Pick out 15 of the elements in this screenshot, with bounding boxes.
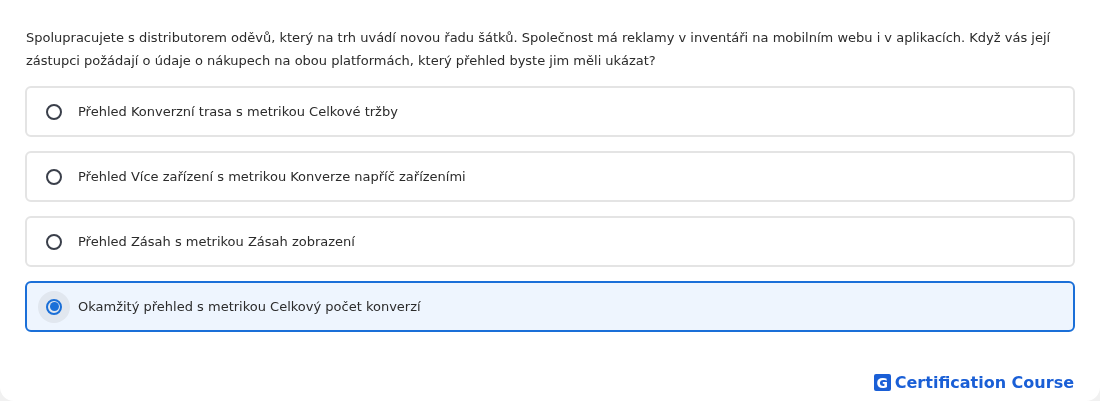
radio-button[interactable] [46, 168, 62, 185]
option-label: Přehled Konverzní trasa s metrikou Celkové tržby [78, 104, 398, 119]
brand-name: Certification Course [894, 373, 1074, 392]
radio-button[interactable] [46, 298, 62, 315]
answer-option[interactable]: Přehled Více zařízení s metrikou Konverze napříč zařízeními [25, 151, 1075, 202]
radio-button[interactable] [46, 233, 62, 250]
radio-button[interactable] [46, 103, 62, 120]
logo: G [873, 374, 891, 391]
answer-option[interactable]: Okamžitý přehled s metrikou Celkový počet konverzí [25, 281, 1075, 332]
question-text: Spolupracujete s distributorem oděvů, který na trh uvádí novou řadu šátků. Společnost má reklamy v inventáři na mobilním webu i v aplikacích. Když vás její zástupci požádají o údaje o nákupech na obou platformách, který přehled byste jim měli ukázat? [26, 29, 1052, 70]
answer-option[interactable]: Přehled Konverzní trasa s metrikou Celkové tržby [25, 86, 1075, 137]
answer-option[interactable]: Přehled Zásah s metrikou Zásah zobrazení [25, 216, 1075, 267]
option-label: Přehled Více zařízení s metrikou Konverze napříč zařízeními [78, 169, 466, 184]
option-label: Okamžitý přehled s metrikou Celkový počet konverzí [78, 299, 421, 314]
option-label: Přehled Zásah s metrikou Zásah zobrazení [78, 234, 355, 249]
